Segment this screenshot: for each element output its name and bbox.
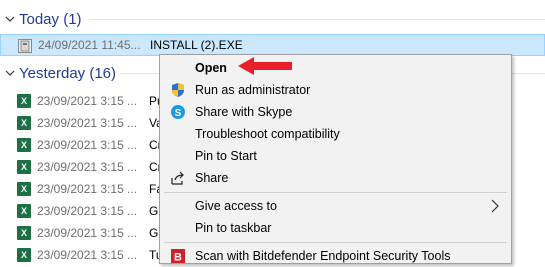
excel-file-icon: X <box>17 182 31 196</box>
svg-text:B: B <box>174 252 182 264</box>
menu-separator <box>164 242 507 243</box>
menu-separator <box>164 192 507 193</box>
menu-item-label: Run as administrator <box>195 83 311 97</box>
menu-item-label: Give access to <box>195 199 277 213</box>
file-name: INSTALL (2).EXE <box>150 38 243 52</box>
excel-file-icon: X <box>17 94 31 108</box>
file-date: 23/09/2021 3:15 ... <box>37 94 138 108</box>
svg-text:S: S <box>175 108 182 119</box>
menu-item-label: Open <box>195 61 227 75</box>
menu-item-label: Share <box>195 171 229 185</box>
menu-item-pin-taskbar[interactable]: Pin to taskbar <box>160 217 511 239</box>
menu-item-label: Pin to taskbar <box>195 221 272 235</box>
menu-item-open[interactable]: Open <box>160 57 511 79</box>
chevron-right-icon <box>491 199 501 213</box>
file-date: 23/09/2021 3:15 ... <box>37 138 138 152</box>
skype-icon: S <box>170 104 186 120</box>
excel-file-icon: X <box>17 204 31 218</box>
menu-item-label: Pin to Start <box>195 149 257 163</box>
file-date: 23/09/2021 3:15 ... <box>37 248 138 262</box>
file-date: 23/09/2021 3:15 ... <box>37 226 138 240</box>
excel-file-icon: X <box>17 248 31 262</box>
group-header-today[interactable]: Today (1) <box>0 8 545 30</box>
context-menu: Open Run as administrator S Share with S… <box>159 54 512 264</box>
group-title-today: Today (1) <box>19 10 82 28</box>
file-date: 24/09/2021 11:45... <box>38 38 141 52</box>
exe-installer-icon <box>18 39 32 53</box>
menu-item-run-as-admin[interactable]: Run as administrator <box>160 79 511 101</box>
share-icon <box>170 170 186 186</box>
menu-item-pin-start[interactable]: Pin to Start <box>160 145 511 167</box>
bitdefender-icon: B <box>170 248 186 264</box>
file-date: 23/09/2021 3:15 ... <box>37 182 138 196</box>
menu-item-give-access[interactable]: Give access to <box>160 195 511 217</box>
menu-item-troubleshoot[interactable]: Troubleshoot compatibility <box>160 123 511 145</box>
menu-item-bitdefender-scan[interactable]: B Scan with Bitdefender Endpoint Securit… <box>160 245 511 267</box>
menu-item-label: Scan with Bitdefender Endpoint Security … <box>195 249 451 263</box>
file-date: 23/09/2021 3:15 ... <box>37 204 138 218</box>
uac-shield-icon <box>170 82 186 98</box>
excel-file-icon: X <box>17 160 31 174</box>
excel-file-icon: X <box>17 226 31 240</box>
file-row-install-exe[interactable]: 24/09/2021 11:45... INSTALL (2).EXE <box>0 34 545 56</box>
menu-item-label: Troubleshoot compatibility <box>195 127 340 141</box>
annotation-arrow-icon <box>238 57 292 75</box>
group-title-yesterday: Yesterday (16) <box>19 64 117 82</box>
menu-item-share[interactable]: Share <box>160 167 511 189</box>
chevron-down-icon[interactable] <box>3 66 17 80</box>
group-divider <box>90 19 545 20</box>
menu-item-share-skype[interactable]: S Share with Skype <box>160 101 511 123</box>
chevron-down-icon[interactable] <box>3 12 17 26</box>
file-date: 23/09/2021 3:15 ... <box>37 160 138 174</box>
excel-file-icon: X <box>17 116 31 130</box>
excel-file-icon: X <box>17 138 31 152</box>
file-date: 23/09/2021 3:15 ... <box>37 116 138 130</box>
menu-item-label: Share with Skype <box>195 105 293 119</box>
